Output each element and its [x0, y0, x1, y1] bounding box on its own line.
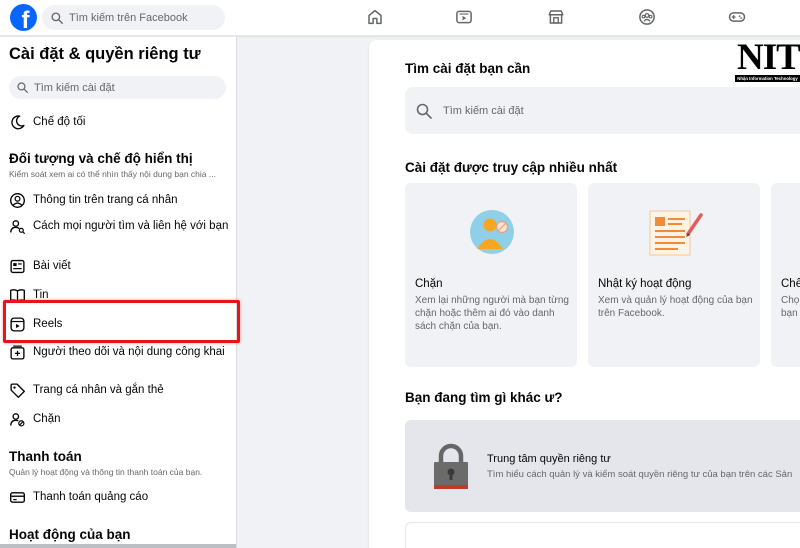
video-icon[interactable]: [455, 8, 473, 26]
sidebar-search-input[interactable]: [34, 81, 214, 94]
section-heading-payments: Thanh toán: [9, 449, 82, 464]
card-title: Chặn: [415, 278, 443, 290]
facebook-logo-letter: f: [21, 7, 30, 31]
sidebar-item-profile-details[interactable]: Thông tin trên trang cá nhân: [9, 193, 231, 209]
sidebar-item-profile-tagging[interactable]: Trang cá nhân và gắn thẻ: [9, 383, 231, 399]
sidebar-item-posts[interactable]: Bài viết: [9, 259, 231, 275]
other-search-heading: Bạn đang tìm gì khác ư?: [405, 390, 563, 405]
card-activity-log[interactable]: Nhật ký hoạt động Xem và quản lý hoạt độ…: [588, 183, 760, 367]
section-heading-audience: Đối tượng và chế độ hiển thị: [9, 151, 193, 166]
add-to-feed-icon: [10, 345, 25, 360]
reels-icon: [10, 317, 25, 332]
search-settings-heading: Tìm cài đặt bạn cần: [405, 61, 531, 76]
people-search-icon: [10, 220, 26, 235]
sidebar-item-label: Chặn: [33, 413, 61, 425]
settings-main-panel: Tìm cài đặt bạn cần Cài đặt được truy cậ…: [369, 40, 800, 548]
sidebar-item-label: Bài viết: [33, 260, 71, 272]
next-card-partial[interactable]: [405, 522, 800, 548]
sidebar-item-label: Thanh toán quảng cáo: [33, 491, 149, 503]
facebook-search-box[interactable]: [42, 5, 225, 30]
sidebar-item-label: Trang cá nhân và gắn thẻ: [33, 384, 164, 396]
section-description-audience: Kiểm soát xem ai có thể nhìn thấy nội du…: [9, 169, 216, 179]
sidebar-item-label: Người theo dõi và nội dung công khai: [33, 346, 225, 358]
search-icon: [51, 11, 63, 24]
sidebar-item-label: Chế độ tối: [33, 116, 86, 128]
sidebar-item-followers-public-content[interactable]: Người theo dõi và nội dung công khai: [9, 345, 231, 361]
nit-watermark-logo: NIT Nhận Information Technology: [734, 37, 800, 83]
privacy-center-card[interactable]: Trung tâm quyền riêng tư Tìm hiểu cách q…: [405, 420, 800, 512]
credit-card-icon: [10, 492, 25, 503]
card-description: Xem và quản lý hoạt động của bạn trên Fa…: [598, 295, 753, 319]
sidebar-item-label: Tin: [33, 289, 49, 301]
sidebar-item-find-contact[interactable]: Cách mọi người tìm và liên hệ với bạn: [9, 219, 231, 235]
sidebar-item-ad-payments[interactable]: Thanh toán quảng cáo: [9, 490, 231, 506]
settings-sidebar: Cài đặt & quyền riêng tư Chế độ tối Đối …: [0, 37, 237, 548]
padlock-icon: [434, 443, 468, 489]
main-search-input[interactable]: [443, 104, 743, 117]
main-search-box[interactable]: [405, 87, 800, 134]
card-title: Chế: [781, 278, 800, 290]
activity-log-illustration-icon: [649, 210, 703, 256]
moon-icon: [11, 115, 25, 130]
card-title: Nhật ký hoạt động: [598, 278, 692, 290]
search-icon: [416, 103, 432, 119]
nit-logo-tagline: Nhận Information Technology: [735, 75, 800, 82]
blocked-person-illustration-icon: [470, 210, 514, 254]
sidebar-item-label: Thông tin trên trang cá nhân: [33, 194, 178, 206]
most-visited-heading: Cài đặt được truy cập nhiều nhất: [405, 160, 618, 175]
search-icon: [17, 82, 28, 93]
profile-circle-icon: [10, 193, 25, 208]
sidebar-item-label: Cách mọi người tìm và liên hệ với bạn: [33, 220, 229, 232]
facebook-logo[interactable]: f: [10, 4, 37, 31]
book-icon: [10, 289, 25, 302]
sidebar-title: Cài đặt & quyền riêng tư: [9, 45, 201, 63]
section-description-payments: Quản lý hoạt động và thông tin thanh toá…: [9, 467, 203, 477]
section-heading-activity: Hoạt động của bạn: [9, 527, 131, 542]
sidebar-search-box[interactable]: [9, 76, 226, 99]
privacy-center-description: Tìm hiểu cách quản lý và kiểm soát quyền…: [487, 469, 793, 480]
nit-logo-text: NIT: [737, 37, 800, 78]
posts-icon: [10, 259, 25, 274]
groups-icon[interactable]: [638, 8, 656, 26]
gaming-icon[interactable]: [728, 8, 746, 26]
privacy-center-title: Trung tâm quyền riêng tư: [487, 453, 611, 465]
sidebar-horizontal-scrollbar[interactable]: [0, 544, 236, 548]
block-user-icon: [10, 413, 25, 427]
facebook-search-input[interactable]: [69, 11, 219, 24]
sidebar-item-label: Reels: [33, 318, 63, 330]
card-partial[interactable]: Chế Chọ bạn: [771, 183, 800, 367]
sidebar-item-reels[interactable]: Reels: [9, 317, 231, 333]
card-description: Chọ bạn: [781, 295, 800, 319]
home-icon[interactable]: [366, 8, 384, 26]
top-navigation-bar: f: [0, 0, 800, 36]
card-description: Xem lại những người mà bạn từng chặn hoặ…: [415, 295, 569, 332]
sidebar-item-dark-mode[interactable]: Chế độ tối: [9, 115, 231, 131]
sidebar-item-stories[interactable]: Tin: [9, 288, 231, 304]
sidebar-item-blocking[interactable]: Chặn: [9, 412, 231, 428]
tag-icon: [10, 383, 25, 398]
card-blocking[interactable]: Chặn Xem lại những người mà bạn từng chặ…: [405, 183, 577, 367]
marketplace-icon[interactable]: [547, 8, 565, 26]
